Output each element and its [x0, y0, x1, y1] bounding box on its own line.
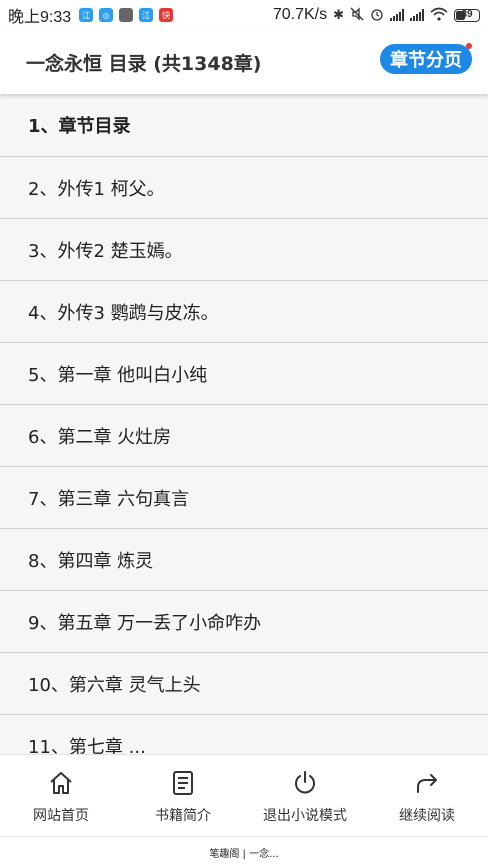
- status-bar: 晚上9:33 江 ◎ 江 快 70.7K/s ✱ 39: [0, 0, 488, 30]
- badge-dot: [466, 43, 472, 49]
- chapter-item[interactable]: 10、第六章 灵气上头: [0, 653, 488, 715]
- chapter-pager-button[interactable]: 章节分页: [380, 43, 472, 74]
- page-title: 一念永恒 目录 (共1348章): [26, 52, 262, 75]
- footer-text: 笔趣阁 | 一念...: [209, 848, 279, 860]
- home-icon: [50, 772, 72, 794]
- chapter-item[interactable]: 7、第三章 六句真言: [0, 467, 488, 529]
- alarm-icon: [370, 7, 384, 24]
- nav-continue-label: 继续阅读: [399, 808, 455, 824]
- chapter-item[interactable]: 1、章节目录: [0, 94, 488, 157]
- browser-footer: 笔趣阁 | 一念...: [0, 836, 488, 867]
- nav-exit-button[interactable]: 退出小说模式: [244, 755, 366, 837]
- notification-icons: 江 ◎ 江 快: [79, 8, 174, 22]
- nav-intro-button[interactable]: 书籍简介: [122, 755, 244, 837]
- status-time: 晚上9:33: [8, 9, 72, 26]
- book-info-icon: [173, 771, 193, 795]
- chapter-item[interactable]: 11、第七章 ...: [0, 715, 488, 754]
- chapter-item[interactable]: 5、第一章 他叫白小纯: [0, 343, 488, 405]
- app-notif-icon-3: [119, 8, 134, 22]
- signal-icon-2: [410, 9, 424, 21]
- nav-home-button[interactable]: 网站首页: [0, 755, 122, 837]
- chapter-item[interactable]: 3、外传2 楚玉嫣。: [0, 219, 488, 281]
- status-right-area: 70.7K/s ✱ 39: [273, 6, 480, 24]
- nav-exit-label: 退出小说模式: [263, 808, 347, 824]
- battery-level: 39: [461, 8, 473, 20]
- bluetooth-icon: ✱: [333, 7, 344, 22]
- share-arrow-icon: [417, 774, 437, 793]
- nav-intro-label: 书籍简介: [155, 808, 211, 824]
- nav-home-label: 网站首页: [33, 808, 89, 824]
- power-icon: [295, 771, 315, 794]
- app-notif-icon-4: 江: [139, 8, 154, 22]
- app-notif-icon-5: 快: [159, 8, 174, 22]
- app-notif-icon-1: 江: [79, 8, 94, 22]
- signal-icon-1: [390, 9, 404, 21]
- chapter-item[interactable]: 9、第五章 万一丢了小命咋办: [0, 591, 488, 653]
- wifi-icon: [430, 7, 448, 24]
- bottom-nav: 网站首页 书籍简介 退出小说模式 继续阅读: [0, 754, 488, 837]
- battery-icon: 39: [454, 8, 480, 22]
- chapter-list[interactable]: 1、章节目录 2、外传1 柯父。 3、外传2 楚玉嫣。 4、外传3 鹦鹉与皮冻。…: [0, 94, 488, 754]
- net-speed: 70.7K/s: [272, 6, 328, 23]
- mute-icon: [350, 6, 364, 24]
- app-notif-icon-2: ◎: [99, 8, 114, 22]
- chapter-item[interactable]: 4、外传3 鹦鹉与皮冻。: [0, 281, 488, 343]
- chapter-item[interactable]: 2、外传1 柯父。: [0, 157, 488, 219]
- chapter-item[interactable]: 8、第四章 炼灵: [0, 529, 488, 591]
- chapter-pager-label: 章节分页: [390, 50, 462, 71]
- top-bar: 一念永恒 目录 (共1348章) 章节分页: [0, 30, 488, 94]
- nav-continue-button[interactable]: 继续阅读: [366, 755, 488, 837]
- chapter-item[interactable]: 6、第二章 火灶房: [0, 405, 488, 467]
